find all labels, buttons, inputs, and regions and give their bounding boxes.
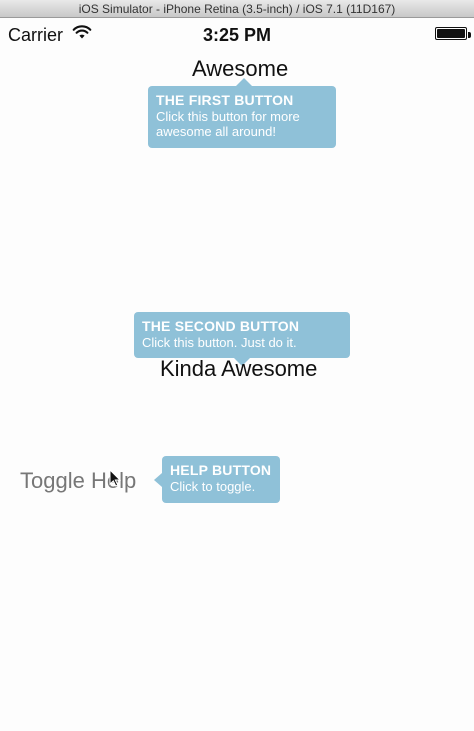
first-button-tooltip: THE FIRST BUTTON Click this button for m… (148, 78, 336, 148)
tooltip-title: HELP BUTTON (170, 462, 272, 478)
tooltip-body: Click this button. Just do it. (142, 335, 297, 350)
battery-tip (468, 32, 471, 38)
tooltip-title: THE SECOND BUTTON (142, 318, 300, 334)
battery-icon (435, 27, 467, 40)
help-button-tooltip: HELP BUTTON Click to toggle. (154, 456, 280, 503)
tooltip-title: THE FIRST BUTTON (156, 92, 294, 108)
tooltip-body: Click this button for more awesome all a… (156, 109, 300, 139)
toggle-help-button[interactable]: Toggle Help (20, 468, 136, 494)
ios-status-bar: Carrier 3:25 PM (0, 18, 474, 52)
kinda-awesome-button[interactable]: Kinda Awesome (160, 356, 317, 382)
second-button-tooltip: THE SECOND BUTTON Click this button. Jus… (134, 312, 350, 366)
tooltip-body: Click to toggle. (170, 479, 256, 494)
status-time: 3:25 PM (202, 25, 272, 45)
simulator-window: iOS Simulator - iPhone Retina (3.5-inch)… (0, 0, 474, 731)
window-titlebar: iOS Simulator - iPhone Retina (3.5-inch)… (0, 0, 474, 18)
battery-level-fill (437, 29, 465, 38)
